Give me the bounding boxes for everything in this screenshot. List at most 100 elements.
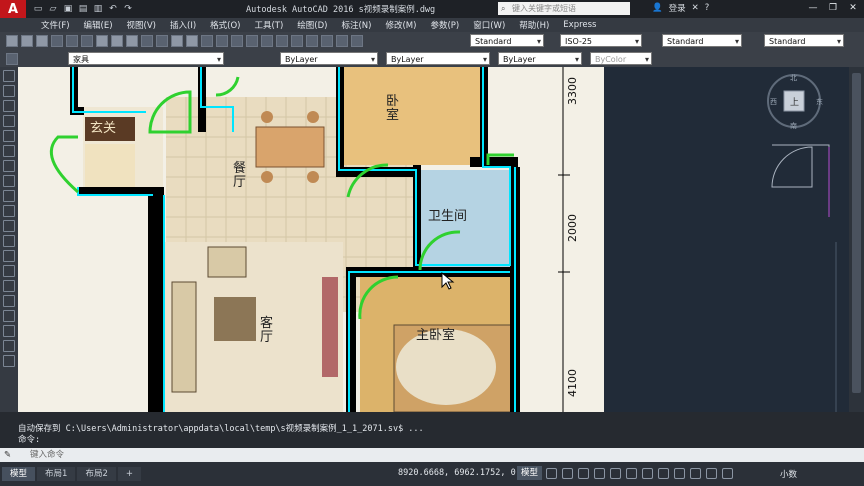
isolate-icon[interactable]: [690, 468, 701, 479]
add-layout-button[interactable]: +: [117, 467, 141, 481]
application-menu-button[interactable]: A: [0, 0, 26, 18]
login-area[interactable]: 👤 登录 ✕ ?: [652, 2, 709, 14]
viewcube-top-face[interactable]: 上: [790, 95, 799, 108]
block-editor-icon[interactable]: [156, 35, 168, 47]
layer-dropdown[interactable]: 家具: [68, 52, 224, 66]
menu-tools[interactable]: 工具(T): [247, 19, 290, 31]
color-dropdown[interactable]: ByLayer: [280, 52, 378, 66]
help-icon[interactable]: ?: [705, 3, 710, 13]
tab-model[interactable]: 模型: [2, 467, 36, 481]
workspace-icon[interactable]: [674, 468, 685, 479]
ortho-icon[interactable]: [578, 468, 589, 479]
command-input[interactable]: ✎ 键入命令: [0, 448, 864, 462]
grid-icon[interactable]: [546, 468, 557, 479]
scrollbar-thumb[interactable]: [852, 73, 861, 393]
close-icon[interactable]: ✕: [846, 2, 860, 15]
new-icon[interactable]: [6, 35, 18, 47]
units-readout[interactable]: 小数: [780, 468, 797, 480]
plot-icon[interactable]: [51, 35, 63, 47]
pan-icon[interactable]: [201, 35, 213, 47]
tab-layout2[interactable]: 布局2: [77, 467, 116, 481]
menu-parametric[interactable]: 参数(P): [423, 19, 466, 31]
open-file-icon[interactable]: ▱: [47, 3, 59, 15]
open-icon[interactable]: [21, 35, 33, 47]
linetype-dropdown[interactable]: ByLayer: [386, 52, 490, 66]
save-icon[interactable]: [36, 35, 48, 47]
revision-cloud-icon[interactable]: [3, 175, 15, 187]
vertical-scrollbar[interactable]: [849, 67, 864, 412]
spline-icon[interactable]: [3, 190, 15, 202]
markup-icon[interactable]: [321, 35, 333, 47]
dim-style-dropdown[interactable]: ISO-25: [560, 34, 642, 48]
zoom-realtime-icon[interactable]: [216, 35, 228, 47]
exchange-icon[interactable]: ✕: [692, 3, 699, 13]
layer-properties-icon[interactable]: [6, 53, 18, 65]
quickcalc-icon[interactable]: [336, 35, 348, 47]
menu-dimension[interactable]: 标注(N): [334, 19, 378, 31]
region-icon[interactable]: [3, 310, 15, 322]
properties-icon[interactable]: [261, 35, 273, 47]
arc-icon[interactable]: [3, 145, 15, 157]
sheet-set-icon[interactable]: [306, 35, 318, 47]
search-input[interactable]: 键入关键字或短语: [498, 2, 630, 15]
ellipse-arc-icon[interactable]: [3, 220, 15, 232]
drawing-canvas[interactable]: 玄关 餐厅 卧室 卫生间 客厅 主卧室 3300 2000 4100: [18, 67, 604, 412]
multileader-style-dropdown[interactable]: Standard: [764, 34, 844, 48]
menu-view[interactable]: 视图(V): [120, 19, 163, 31]
otrack-icon[interactable]: [626, 468, 637, 479]
lineweight-dropdown[interactable]: ByLayer: [498, 52, 582, 66]
design-center-icon[interactable]: [276, 35, 288, 47]
redo-icon[interactable]: [186, 35, 198, 47]
ellipse-icon[interactable]: [3, 205, 15, 217]
gradient-icon[interactable]: [3, 295, 15, 307]
menu-file[interactable]: 文件(F): [34, 19, 77, 31]
help-toolbar-icon[interactable]: [351, 35, 363, 47]
model-space-button[interactable]: 模型: [517, 466, 543, 480]
add-selected-icon[interactable]: [3, 355, 15, 367]
menu-window[interactable]: 窗口(W): [466, 19, 512, 31]
multiline-text-icon[interactable]: [3, 340, 15, 352]
tool-palettes-icon[interactable]: [291, 35, 303, 47]
point-icon[interactable]: [3, 265, 15, 277]
model-space-area[interactable]: 北 南 西 东 上: [604, 67, 864, 412]
menu-draw[interactable]: 绘图(D): [290, 19, 334, 31]
preview-icon[interactable]: [66, 35, 78, 47]
restore-icon[interactable]: ❐: [826, 2, 840, 15]
copy-icon[interactable]: [111, 35, 123, 47]
polyline-icon[interactable]: [3, 100, 15, 112]
osnap-icon[interactable]: [610, 468, 621, 479]
polar-icon[interactable]: [594, 468, 605, 479]
construction-line-icon[interactable]: [3, 85, 15, 97]
text-style-dropdown[interactable]: Standard: [470, 34, 544, 48]
rectangle-icon[interactable]: [3, 130, 15, 142]
make-block-icon[interactable]: [3, 250, 15, 262]
zoom-window-icon[interactable]: [231, 35, 243, 47]
snap-icon[interactable]: [562, 468, 573, 479]
circle-icon[interactable]: [3, 160, 15, 172]
menu-edit[interactable]: 编辑(E): [77, 19, 120, 31]
line-icon[interactable]: [3, 70, 15, 82]
clean-screen-icon[interactable]: [722, 468, 733, 479]
publish-icon[interactable]: [81, 35, 93, 47]
menu-help[interactable]: 帮助(H): [512, 19, 556, 31]
menu-format[interactable]: 格式(O): [203, 19, 247, 31]
redo-icon[interactable]: ↷: [122, 3, 134, 15]
lineweight-icon[interactable]: [642, 468, 653, 479]
tab-layout1[interactable]: 布局1: [37, 467, 76, 481]
undo-icon[interactable]: ↶: [107, 3, 119, 15]
viewcube-west[interactable]: 西: [770, 97, 777, 107]
new-file-icon[interactable]: ▭: [32, 3, 44, 15]
match-properties-icon[interactable]: [141, 35, 153, 47]
annotation-visibility-icon[interactable]: [658, 468, 669, 479]
menu-modify[interactable]: 修改(M): [378, 19, 423, 31]
viewcube-south[interactable]: 南: [790, 121, 797, 131]
login-button[interactable]: 登录: [669, 2, 686, 14]
zoom-previous-icon[interactable]: [246, 35, 258, 47]
command-wrench-icon[interactable]: ✎: [4, 448, 11, 462]
polygon-icon[interactable]: [3, 115, 15, 127]
print-icon[interactable]: ▥: [92, 3, 104, 15]
save-icon[interactable]: ▣: [62, 3, 74, 15]
minimize-icon[interactable]: —: [806, 2, 820, 15]
table-style-dropdown[interactable]: Standard: [662, 34, 742, 48]
viewcube-east[interactable]: 东: [816, 97, 823, 107]
